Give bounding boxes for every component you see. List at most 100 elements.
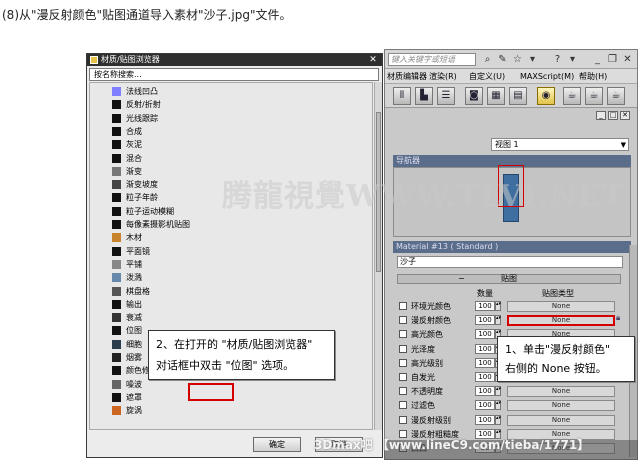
render-frame-button[interactable]: ☕ [563,87,581,105]
restore-icon[interactable]: □ [608,111,618,120]
material-editor-button[interactable]: ◉ [537,87,555,105]
map-amount-field[interactable]: 100 [475,400,495,411]
mirror-button[interactable]: ⫴ [393,87,411,105]
map-thumbnail-icon [112,180,121,190]
list-item[interactable]: 泼溅 [104,271,354,284]
map-amount-field[interactable]: 100 [475,301,495,311]
map-channel-label: 过滤色 [411,401,435,411]
map-enable-checkbox[interactable] [399,387,407,396]
map-thumbnail-icon [112,392,121,402]
list-item[interactable]: 输出 [104,298,354,311]
list-item-label: 光线跟踪 [126,113,158,123]
material-header: Material #13 ( Standard ) [393,241,631,253]
amount-spinner[interactable]: ▴▾ [495,315,501,326]
schematic-button[interactable]: ▦ [487,87,505,105]
maps-rollout[interactable]: − 贴图 [397,274,621,284]
close-icon[interactable]: ✕ [620,111,630,120]
map-enable-checkbox[interactable] [399,415,407,424]
ok-button[interactable]: 确定 [253,437,301,452]
list-item[interactable]: 混合 [104,152,354,165]
star-icon[interactable]: ☆ [511,53,524,66]
list-item[interactable]: 光线跟踪 [104,112,354,125]
binoculars-icon[interactable]: ⌕ [481,53,494,66]
map-channel-label: 不透明度 [411,387,443,397]
map-none-button[interactable]: None [507,414,615,426]
close-icon[interactable]: ✕ [621,53,634,66]
menu-help[interactable]: 帮助(H) [579,71,607,82]
map-thumbnail-icon [112,113,121,123]
map-none-button[interactable]: None [507,386,615,398]
quick-render-button[interactable]: ☕ [607,87,625,105]
view-dropdown[interactable]: 视图 1 ▼ [491,138,629,151]
list-item[interactable]: 棋盘格 [104,285,354,298]
map-amount-field[interactable]: 100 [475,315,495,326]
amount-spinner[interactable]: ▴▾ [495,400,501,411]
menu-render[interactable]: 渲染(R) [429,71,457,82]
list-item-label: 遮罩 [126,392,142,402]
map-none-button[interactable]: None [507,400,615,412]
amount-spinner[interactable]: ▴▾ [495,386,501,397]
map-enable-checkbox[interactable] [399,401,407,410]
amount-spinner[interactable]: ▴▾ [495,301,501,311]
map-amount-field[interactable]: 100 [475,372,495,382]
layer-icon: ☰ [441,90,451,101]
list-item-label: 渐变 [126,166,142,176]
list-item[interactable]: 平铺 [104,258,354,271]
list-item-label: 平面镜 [126,246,150,256]
help-icon[interactable]: ? [551,53,564,66]
curve-editor-button[interactable]: ◙ [465,87,483,105]
list-item[interactable]: 灰泥 [104,138,354,151]
tools-icon[interactable]: ✎ [496,53,509,66]
list-item[interactable]: 旋涡 [104,404,354,417]
amount-spinner[interactable]: ▴▾ [495,414,501,425]
menu-material-editor[interactable]: 材质编辑器 [387,71,427,82]
max-window: 键入关键字或短语 ⌕ ✎ ☆ ▾ ? ▾ _ ❐ ✕ 材质编辑器 渲染(R) 自… [384,49,638,460]
map-amount-field[interactable]: 100 [475,386,495,397]
render-setup-button[interactable]: ▤ [509,87,527,105]
list-item[interactable]: 衰减 [104,311,354,324]
menu-maxscript[interactable]: MAXScript(M) [520,71,574,82]
callout-step-2-line1: 2、在打开的 "材质/贴图浏览器" [156,338,313,351]
list-item[interactable]: 木材 [104,231,354,244]
map-enable-checkbox[interactable] [399,373,407,381]
map-none-button[interactable]: None [507,301,615,312]
keyword-search-input[interactable]: 键入关键字或短语 [388,53,476,66]
list-item[interactable]: 反射/折射 [104,98,354,111]
map-enable-checkbox[interactable] [399,330,407,339]
list-item-label: 粒子年龄 [126,193,158,203]
list-item[interactable]: 平面镜 [104,245,354,258]
map-enable-checkbox[interactable] [399,344,407,353]
map-enable-checkbox[interactable] [399,302,407,310]
callout-step-1: 1、单击"漫反射颜色" 右侧的 None 按钮。 [497,336,635,382]
minimize-icon[interactable]: _ [591,53,604,66]
list-item[interactable]: 合成 [104,125,354,138]
search-by-name-input[interactable]: 按名称搜索... [89,68,379,81]
list-item[interactable]: 法线凹凸 [104,85,354,98]
chevron-down-icon[interactable]: ▾ [526,53,539,66]
map-amount-field[interactable]: 100 [475,357,495,368]
menu-customize[interactable]: 自定义(U) [469,71,505,82]
map-thumbnail-icon [112,339,121,349]
map-amount-field[interactable]: 100 [475,343,495,354]
map-amount-field[interactable]: 100 [475,329,495,340]
map-enable-checkbox[interactable] [399,316,407,325]
map-thumbnail-icon [112,193,121,203]
align-button[interactable]: ▙ [415,87,433,105]
restore-icon[interactable]: ❐ [606,53,619,66]
diffuse-map-none-button[interactable]: None [507,315,615,327]
lock-icon[interactable]: 🔒︎ [616,314,624,322]
list-item[interactable]: 每像素摄影机贴图 [104,218,354,231]
watermark-top: 腾龍視覺WWW.TLVI.NET [222,179,626,214]
list-scrollbar[interactable] [374,82,382,430]
map-channel-row: 环境光颜色 100 ▴▾ None [399,300,621,313]
render-button[interactable]: ☕ [585,87,603,105]
chevron-down-icon[interactable]: ▾ [566,53,579,66]
minimize-icon[interactable]: _ [596,111,606,120]
layer-button[interactable]: ☰ [437,87,455,105]
callout-step-2-line2: 对话框中双击 "位图" 选项。 [156,359,295,372]
list-item-label: 木材 [126,233,142,243]
close-icon[interactable]: ✕ [368,55,378,65]
material-name-field[interactable]: 沙子 [397,256,623,268]
map-amount-field[interactable]: 100 [475,414,495,425]
map-enable-checkbox[interactable] [399,358,407,367]
